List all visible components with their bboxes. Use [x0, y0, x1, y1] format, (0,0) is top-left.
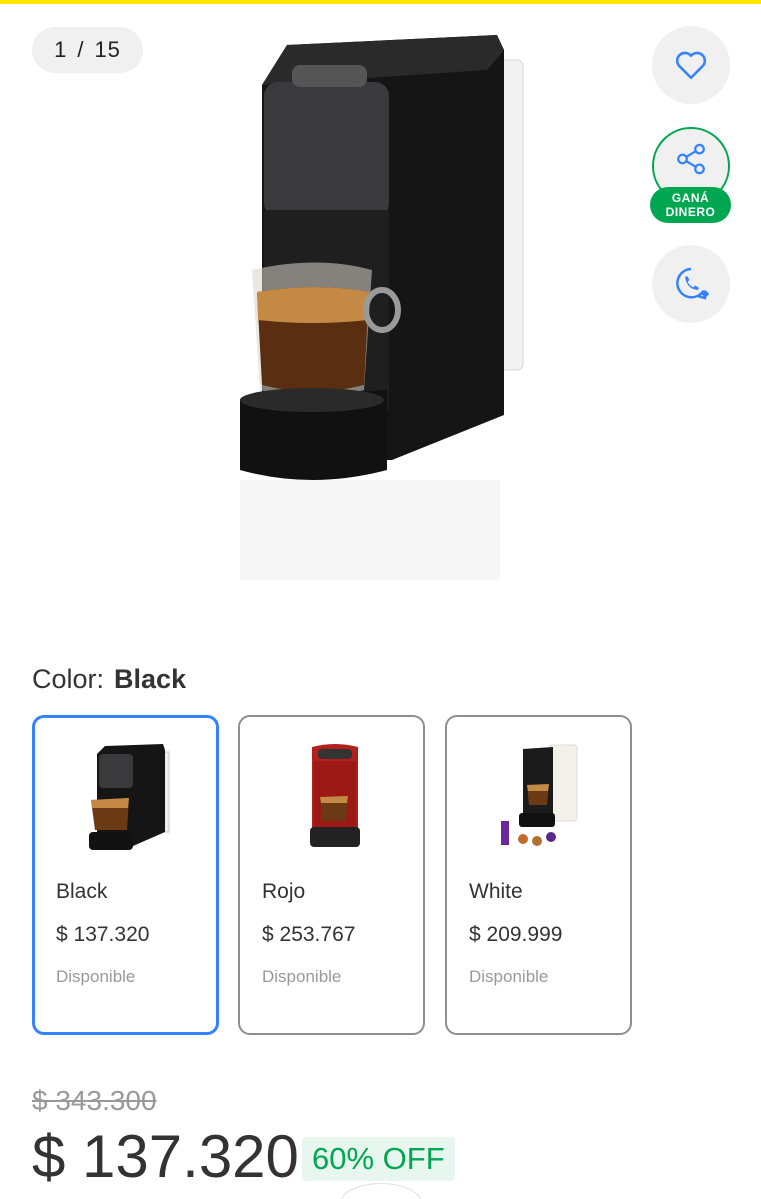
share-icon [677, 143, 705, 175]
earn-badge-line1: GANÁ [671, 191, 710, 205]
earn-badge-line2: DINERO [665, 205, 716, 219]
image-counter-total: 15 [94, 37, 121, 62]
variant-stock: Disponible [262, 967, 342, 986]
image-counter-current: 1 [54, 37, 68, 62]
current-price: $ 137.320 [32, 1123, 299, 1190]
variant-price: $ 253.767 [262, 923, 356, 946]
color-label: Color: Black [32, 664, 186, 695]
variant-stock: Disponible [469, 967, 549, 986]
variant-thumbnail-white [501, 744, 578, 846]
whatsapp-share-button[interactable] [652, 245, 730, 323]
variant-name: Black [56, 880, 108, 903]
heart-icon [675, 51, 707, 80]
variant-name: White [469, 880, 523, 903]
product-image[interactable] [232, 30, 532, 590]
scroll-hint-circle [340, 1183, 422, 1199]
variant-card-black[interactable]: Black $ 137.320 Disponible [32, 715, 219, 1035]
image-counter-separator: / [77, 37, 85, 62]
variant-name: Rojo [262, 880, 306, 903]
earn-money-badge[interactable]: GANÁ DINERO [650, 187, 731, 223]
top-accent-bar [0, 0, 761, 4]
color-selected-value: Black [114, 664, 187, 694]
variant-price: $ 209.999 [469, 923, 563, 946]
variant-thumbnail-black [89, 744, 170, 850]
variant-stock: Disponible [56, 967, 136, 986]
original-price: $ 343.300 [32, 1085, 157, 1116]
image-counter: 1 / 15 [32, 27, 143, 73]
favorite-button[interactable] [652, 26, 730, 104]
variant-card-rojo[interactable]: Rojo $ 253.767 Disponible [238, 715, 425, 1035]
discount-badge: 60% OFF [302, 1137, 455, 1181]
variant-thumbnail-rojo [310, 744, 360, 847]
whatsapp-icon [676, 267, 710, 300]
color-label-prefix: Color: [32, 664, 105, 694]
variant-price: $ 137.320 [56, 923, 150, 946]
variant-card-white[interactable]: White $ 209.999 Disponible [445, 715, 632, 1035]
